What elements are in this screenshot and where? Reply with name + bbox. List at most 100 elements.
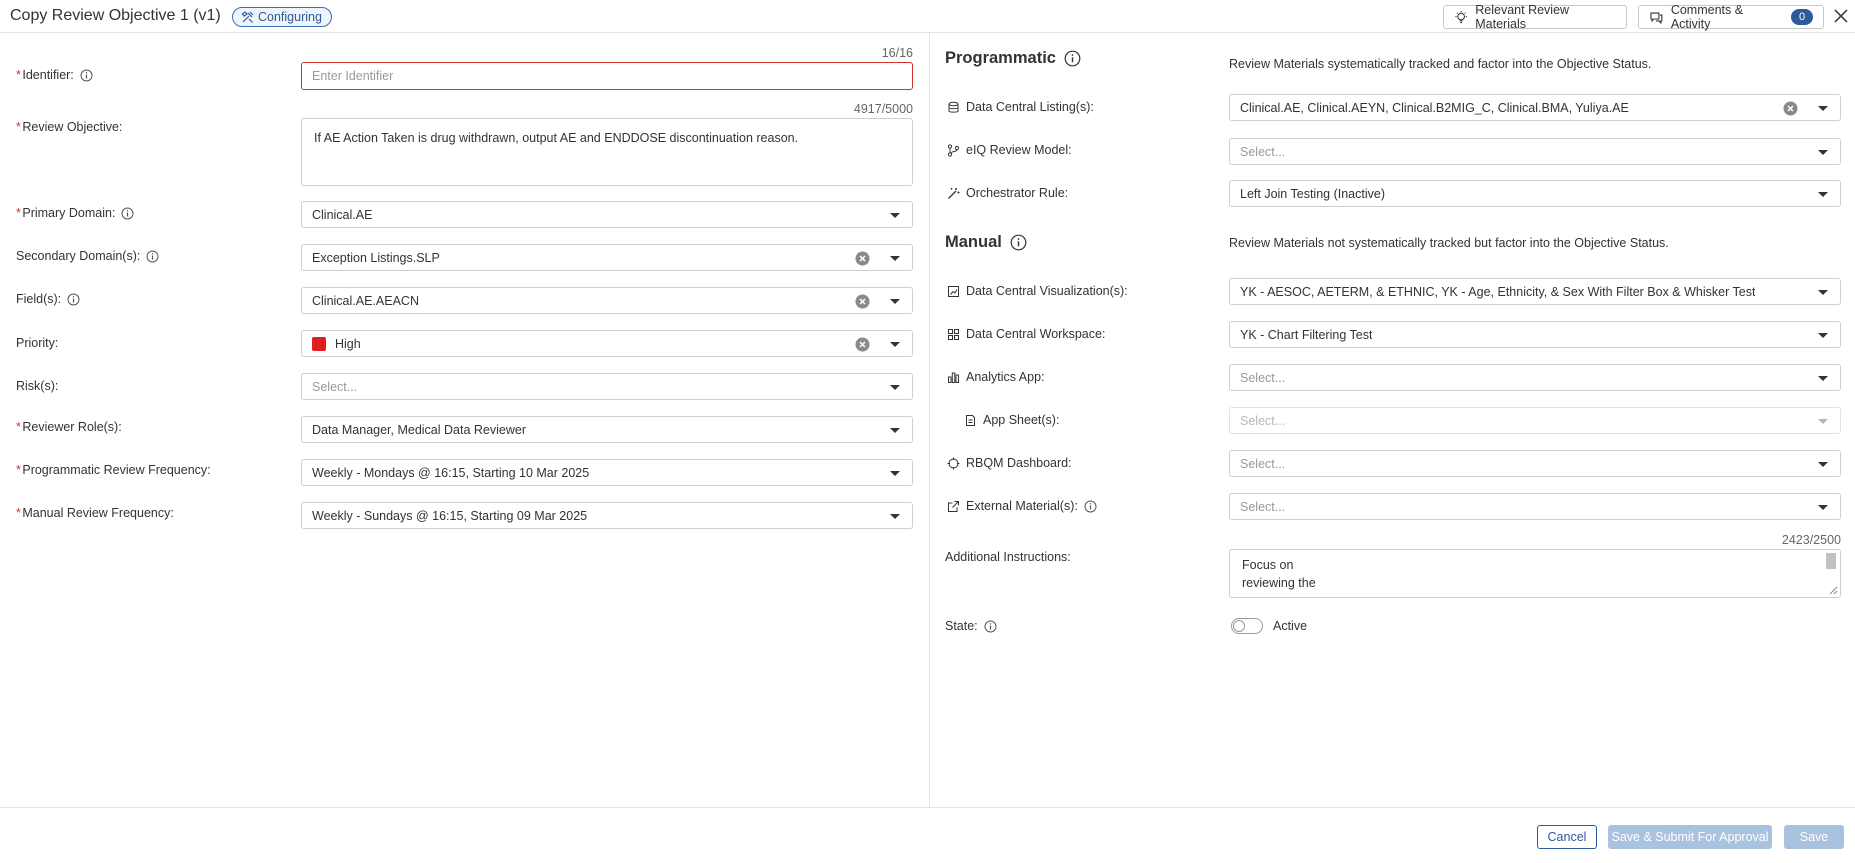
priority-label: Priority:	[16, 336, 59, 350]
info-icon[interactable]	[121, 207, 134, 220]
database-icon	[948, 101, 959, 113]
clear-icon[interactable]	[855, 251, 870, 266]
listings-select[interactable]: Clinical.AE, Clinical.AEYN, Clinical.B2M…	[1229, 94, 1841, 121]
info-icon[interactable]	[80, 69, 93, 82]
chevron-down-icon[interactable]	[1818, 192, 1828, 197]
priority-color-swatch	[312, 337, 326, 351]
secondary-domains-select[interactable]: Exception Listings.SLP	[301, 244, 913, 271]
cancel-button[interactable]: Cancel	[1537, 825, 1597, 849]
priority-select[interactable]: High	[301, 330, 913, 357]
chevron-down-icon[interactable]	[890, 256, 900, 261]
chevron-down-icon[interactable]	[890, 428, 900, 433]
chevron-down-icon[interactable]	[1818, 150, 1828, 155]
additional-instructions-label-row: Additional Instructions:	[945, 550, 1071, 564]
orchestrator-rule-select[interactable]: Left Join Testing (Inactive)	[1229, 180, 1841, 207]
manual-section-title: Manual	[945, 233, 1027, 252]
info-icon[interactable]	[1010, 234, 1027, 251]
app-sheets-select[interactable]: Select...	[1229, 407, 1841, 434]
relevant-review-materials-label: Relevant Review Materials	[1475, 3, 1570, 31]
priority-value: High	[335, 337, 361, 351]
chevron-down-icon[interactable]	[890, 299, 900, 304]
primary-domain-select[interactable]: Clinical.AE	[301, 201, 913, 228]
priority-value-row: High	[312, 337, 361, 351]
fields-select[interactable]: Clinical.AE.AEACN	[301, 287, 913, 314]
eiq-model-label-row: eIQ Review Model:	[947, 143, 1072, 157]
tools-icon	[241, 10, 254, 23]
secondary-domains-label-row: Secondary Domain(s):	[16, 249, 159, 263]
info-icon[interactable]	[146, 250, 159, 263]
manual-frequency-value: Weekly - Sundays @ 16:15, Starting 09 Ma…	[312, 509, 588, 523]
external-materials-placeholder: Select...	[1240, 500, 1286, 514]
info-icon[interactable]	[984, 620, 997, 633]
column-divider	[929, 33, 930, 807]
chevron-down-icon[interactable]	[890, 385, 900, 390]
textarea-scrollbar-thumb[interactable]	[1826, 553, 1836, 569]
info-icon[interactable]	[1064, 50, 1081, 67]
close-icon[interactable]	[1832, 7, 1850, 25]
relevant-review-materials-button[interactable]: Relevant Review Materials	[1443, 3, 1627, 31]
listings-label: Data Central Listing(s):	[966, 100, 1094, 114]
risks-label-row: Risk(s):	[16, 379, 58, 393]
analytics-app-select[interactable]: Select...	[1229, 364, 1841, 391]
analytics-app-placeholder: Select...	[1240, 371, 1286, 385]
analytics-app-label: Analytics App:	[966, 370, 1045, 384]
resize-handle-icon[interactable]	[1826, 583, 1838, 595]
programmatic-frequency-select[interactable]: Weekly - Mondays @ 16:15, Starting 10 Ma…	[301, 459, 913, 486]
external-materials-select[interactable]: Select...	[1229, 493, 1841, 520]
primary-domain-label-row: * Primary Domain:	[16, 206, 134, 220]
required-marker: *	[16, 420, 21, 434]
programmatic-section-title: Programmatic	[945, 49, 1081, 68]
model-branch-icon	[947, 143, 960, 157]
visualizations-label-row: Data Central Visualization(s):	[947, 284, 1128, 298]
workspace-icon	[948, 328, 959, 340]
identifier-input[interactable]: Enter Identifier	[301, 62, 913, 90]
chevron-down-icon[interactable]	[890, 514, 900, 519]
rbqm-dashboard-label-row: RBQM Dashboard:	[947, 456, 1072, 470]
manual-description: Review Materials not systematically trac…	[1229, 236, 1669, 250]
visualizations-value: YK - AESOC, AETERM, & ETHNIC, YK - Age, …	[1240, 285, 1756, 299]
rbqm-dashboard-select[interactable]: Select...	[1229, 450, 1841, 477]
clear-icon[interactable]	[855, 294, 870, 309]
visualizations-select[interactable]: YK - AESOC, AETERM, & ETHNIC, YK - Age, …	[1229, 278, 1841, 305]
reviewer-roles-select[interactable]: Data Manager, Medical Data Reviewer	[301, 416, 913, 443]
required-marker: *	[16, 120, 21, 134]
chevron-down-icon[interactable]	[1818, 290, 1828, 295]
analytics-app-label-row: Analytics App:	[947, 370, 1045, 384]
clear-icon[interactable]	[1783, 101, 1798, 116]
chevron-down-icon[interactable]	[1818, 376, 1828, 381]
lightbulb-icon	[1455, 10, 1467, 23]
chevron-down-icon[interactable]	[1818, 333, 1828, 338]
identifier-counter: 16/16	[881, 46, 913, 60]
save-button[interactable]: Save	[1784, 825, 1844, 849]
programmatic-frequency-label-row: * Programmatic Review Frequency:	[16, 463, 211, 477]
info-icon[interactable]	[1084, 500, 1097, 513]
programmatic-frequency-label: Programmatic Review Frequency:	[22, 463, 211, 477]
comments-activity-label: Comments & Activity	[1670, 3, 1744, 31]
chevron-down-icon[interactable]	[1818, 505, 1828, 510]
eiq-model-placeholder: Select...	[1240, 145, 1286, 159]
identifier-placeholder: Enter Identifier	[312, 69, 394, 83]
chevron-down-icon[interactable]	[890, 213, 900, 218]
chevron-down-icon[interactable]	[890, 471, 900, 476]
reviewer-roles-value: Data Manager, Medical Data Reviewer	[312, 423, 526, 437]
risks-select[interactable]: Select...	[301, 373, 913, 400]
save-submit-approval-button[interactable]: Save & Submit For Approval	[1608, 825, 1772, 849]
manual-frequency-select[interactable]: Weekly - Sundays @ 16:15, Starting 09 Ma…	[301, 502, 913, 529]
comments-activity-button[interactable]: Comments & Activity 0	[1638, 3, 1824, 31]
info-icon[interactable]	[67, 293, 80, 306]
chevron-down-icon[interactable]	[1818, 106, 1828, 111]
state-label-row: State:	[945, 619, 997, 633]
required-marker: *	[16, 463, 21, 477]
risks-placeholder: Select...	[312, 380, 358, 394]
chevron-down-icon[interactable]	[890, 342, 900, 347]
review-objective-textarea[interactable]: If AE Action Taken is drug withdrawn, ou…	[301, 118, 913, 186]
review-objective-counter: 4917/5000	[853, 102, 913, 116]
eiq-model-select[interactable]: Select...	[1229, 138, 1841, 165]
state-toggle[interactable]	[1231, 618, 1263, 634]
chevron-down-icon[interactable]	[1818, 419, 1828, 424]
clear-icon[interactable]	[855, 337, 870, 352]
chevron-down-icon[interactable]	[1818, 462, 1828, 467]
workspace-select[interactable]: YK - Chart Filtering Test	[1229, 321, 1841, 348]
eiq-model-label: eIQ Review Model:	[966, 143, 1072, 157]
additional-instructions-textarea[interactable]: Focus on reviewing the	[1229, 549, 1841, 598]
